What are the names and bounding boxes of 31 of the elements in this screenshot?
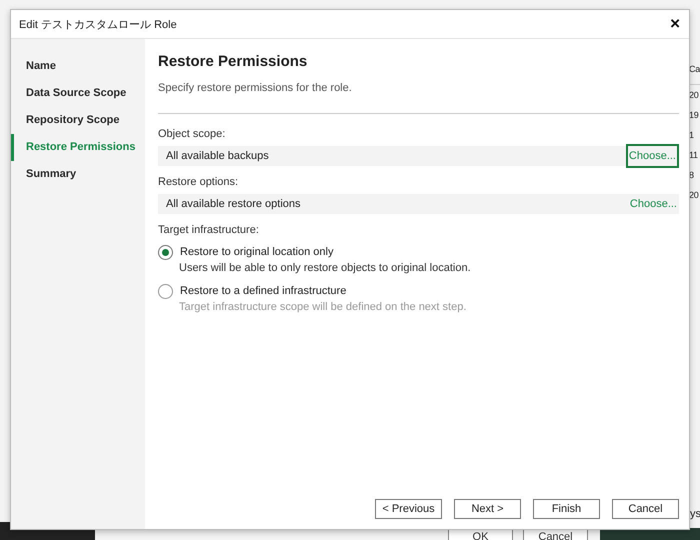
choose-link[interactable]: Choose... <box>626 144 679 168</box>
scope-value: All available backups <box>166 150 269 162</box>
table-cell-text: 11 <box>689 149 699 162</box>
dialog-button[interactable]: Cancel <box>612 499 679 519</box>
table-cell-text: 20 <box>689 189 700 202</box>
dialog-button[interactable]: Next > <box>454 499 521 519</box>
option-label: Restore to a defined infrastructure <box>180 285 346 297</box>
option-description: Users will be able to only restore objects to original location. <box>178 262 472 276</box>
scope-value: All available restore options <box>166 198 301 210</box>
sidebar-item[interactable]: Data Source Scope <box>11 80 145 107</box>
field-label: Restore options: <box>158 176 240 188</box>
sidebar-item[interactable]: Summary <box>11 161 145 188</box>
dialog-button[interactable]: < Previous <box>375 499 442 519</box>
page-subtitle: Specify restore permissions for the role. <box>158 82 353 94</box>
close-button[interactable]: × <box>667 14 683 34</box>
option-description: Target infrastructure scope will be defined on the next step. <box>178 301 468 315</box>
window-title: Edit テストカスタムロール Role <box>19 18 177 32</box>
table-cell-text: 1 <box>689 129 695 142</box>
radio-button[interactable] <box>158 244 173 260</box>
sidebar-item[interactable]: Name <box>11 53 145 80</box>
dialog-button[interactable]: Finish <box>533 499 600 519</box>
sidebar-item[interactable]: Repository Scope <box>11 107 145 134</box>
page-title: Restore Permissions <box>158 53 308 70</box>
option-label: Restore to original location only <box>180 246 334 258</box>
sidebar-item[interactable]: Restore Permissions <box>11 134 145 161</box>
field-label: Target infrastructure: <box>158 224 260 236</box>
radio-button[interactable] <box>158 284 173 298</box>
table-cell-text: 19 <box>689 109 700 122</box>
table-cell-text: 20 <box>689 89 700 102</box>
choose-link[interactable]: Choose... <box>628 194 679 214</box>
field-label: Object scope: <box>158 128 226 140</box>
